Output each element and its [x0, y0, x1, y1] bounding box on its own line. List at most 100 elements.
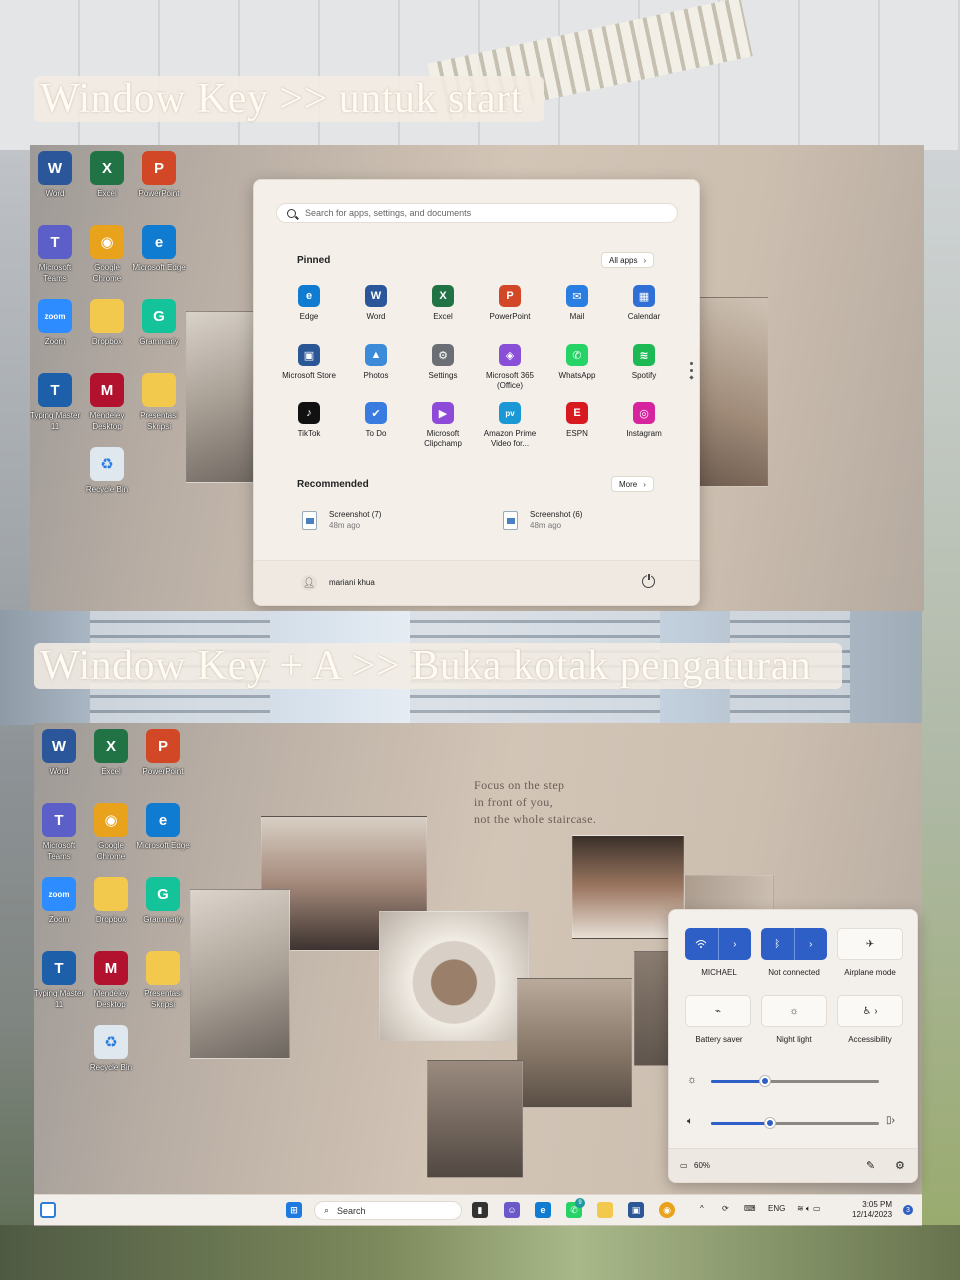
recommended-item[interactable]: Screenshot (6) 48m ago	[503, 509, 582, 531]
desktop-icon[interactable]: W Word	[34, 729, 87, 777]
desktop-icon[interactable]: X Excel	[79, 151, 135, 199]
battery-saver-tile[interactable]: ⌁	[685, 995, 751, 1027]
pinned-app[interactable]: ⚙ Settings	[410, 344, 476, 381]
volume-fill	[711, 1122, 770, 1125]
audio-output-icon[interactable]: ▯›	[886, 1115, 895, 1126]
bluetooth-tile[interactable]: ᛒ ›	[761, 928, 827, 960]
chevron-up-icon[interactable]: ^	[700, 1204, 704, 1213]
taskbar-search[interactable]: ⌕ Search	[314, 1201, 462, 1220]
brightness-thumb[interactable]	[759, 1076, 770, 1086]
desktop-icon[interactable]: ◉ Google Chrome	[79, 225, 135, 284]
edit-pencil-icon[interactable]: ✎	[866, 1159, 875, 1172]
desktop-icon[interactable]: P PowerPoint	[135, 729, 191, 777]
desktop-icon[interactable]: Presentasi Skripsi	[131, 373, 187, 432]
desktop-icon[interactable]: X Excel	[83, 729, 139, 777]
pinned-app[interactable]: ✉ Mail	[544, 285, 610, 322]
desktop-icon-label: Recycle Bin	[85, 485, 129, 494]
desktop-icon[interactable]: M Mendeley Desktop	[79, 373, 135, 432]
edge-icon[interactable]: e	[535, 1202, 551, 1218]
more-button[interactable]: More ›	[611, 476, 654, 492]
quick-settings-panel: › ᛒ › ✈ MICHAEL Not connected Airplane m…	[668, 909, 918, 1183]
desktop-icon[interactable]: T Typing Master 11	[34, 951, 87, 1010]
volume-thumb[interactable]	[764, 1118, 775, 1128]
chrome-icon[interactable]: ◉	[659, 1202, 675, 1218]
pinned-app[interactable]: ◎ Instagram	[611, 402, 677, 439]
pinned-app[interactable]: ▣ Microsoft Store	[276, 344, 342, 381]
desktop-icon[interactable]: Presentasi Skripsi	[135, 951, 191, 1010]
desktop-icon[interactable]: M Mendeley Desktop	[83, 951, 139, 1010]
airplane-tile[interactable]: ✈	[837, 928, 903, 960]
settings-gear-icon[interactable]: ⚙	[895, 1159, 905, 1172]
bluetooth-icon[interactable]: ᛒ	[761, 928, 794, 960]
desktop-icon[interactable]: e Microsoft Edge	[135, 803, 191, 851]
powerpoint-icon: P	[146, 729, 180, 763]
pinned-app[interactable]: ✔ To Do	[343, 402, 409, 439]
pinned-app[interactable]: ♪ TikTok	[276, 402, 342, 439]
desktop-icon[interactable]: P PowerPoint	[131, 151, 187, 199]
desktop-icon-label: Recycle Bin	[89, 1063, 133, 1072]
wifi-icon[interactable]	[685, 928, 718, 960]
start-search-box[interactable]: Search for apps, settings, and documents	[276, 203, 678, 223]
sync-icon[interactable]: ⟳	[722, 1204, 729, 1213]
taskbar-clock[interactable]: 3:05 PM 12/14/2023	[852, 1200, 892, 1220]
volume-slider[interactable]	[711, 1118, 879, 1128]
accessibility-label: Accessibility	[848, 1035, 892, 1044]
keyboard-icon[interactable]: ⌨	[744, 1204, 756, 1213]
battery-percent: 60%	[694, 1161, 711, 1170]
notification-badge[interactable]: 3	[903, 1205, 913, 1215]
desktop-icon[interactable]: G Grammarly	[131, 299, 187, 347]
windows-start-icon[interactable]: ⊞	[286, 1202, 302, 1218]
quick-settings-footer: ▭ 60% ✎ ⚙	[669, 1148, 917, 1182]
pinned-app[interactable]: ≋ Spotify	[611, 344, 677, 381]
pinned-app[interactable]: ▲ Photos	[343, 344, 409, 381]
brightness-slider[interactable]	[711, 1076, 879, 1086]
desktop-icon[interactable]: T Microsoft Teams	[30, 225, 83, 284]
pinned-app[interactable]: ▶ Microsoft Clipchamp	[410, 402, 476, 449]
pinned-app[interactable]: W Word	[343, 285, 409, 322]
desktop-icon[interactable]: ♻ Recycle Bin	[83, 1025, 139, 1073]
pinned-app[interactable]: ◈ Microsoft 365 (Office)	[477, 344, 543, 391]
pinned-app[interactable]: e Edge	[276, 285, 342, 322]
battery-icon[interactable]: ▭	[680, 1161, 688, 1170]
desktop-icon[interactable]: ◉ Google Chrome	[83, 803, 139, 862]
pinned-app-label: Edge	[299, 312, 319, 321]
all-apps-button[interactable]: All apps ›	[601, 252, 655, 268]
desktop-icon[interactable]: W Word	[30, 151, 83, 199]
zoom-icon: zoom	[42, 877, 76, 911]
desktop-icon[interactable]: Dropbox	[83, 877, 139, 925]
desktop-icon[interactable]: zoom Zoom	[34, 877, 87, 925]
recommended-item[interactable]: Screenshot (7) 48m ago	[302, 509, 381, 531]
chevron-right-icon[interactable]: ›	[717, 928, 752, 960]
desktop-icon[interactable]: Dropbox	[79, 299, 135, 347]
desktop-icon[interactable]: G Grammarly	[135, 877, 191, 925]
recycle-bin-icon: ♻	[94, 1025, 128, 1059]
file-explorer-icon[interactable]	[597, 1202, 613, 1218]
widgets-icon[interactable]	[40, 1202, 56, 1218]
desktop-icon[interactable]: T Microsoft Teams	[34, 803, 87, 862]
user-name[interactable]: mariani khua	[329, 578, 375, 587]
user-avatar-icon[interactable]: 👤︎	[301, 575, 317, 591]
night-light-tile[interactable]: ☼	[761, 995, 827, 1027]
chevron-right-icon[interactable]: ›	[793, 928, 828, 960]
desktop-icon[interactable]: zoom Zoom	[30, 299, 83, 347]
pinned-app[interactable]: ✆ WhatsApp	[544, 344, 610, 381]
pinned-app[interactable]: ▦ Calendar	[611, 285, 677, 322]
language-indicator[interactable]: ENG	[768, 1204, 785, 1213]
pinned-app[interactable]: pv Amazon Prime Video for...	[477, 402, 543, 449]
desktop-icon[interactable]: T Typing Master 11	[30, 373, 83, 432]
wifi-status-icon[interactable]: ≋ 🔈︎ ▭	[797, 1204, 821, 1214]
folder-icon	[90, 299, 124, 333]
teams-chat-icon[interactable]: ☺	[504, 1202, 520, 1218]
pinned-app[interactable]: P PowerPoint	[477, 285, 543, 322]
wifi-tile[interactable]: ›	[685, 928, 751, 960]
desktop-icon[interactable]: e Microsoft Edge	[131, 225, 187, 273]
page-dots[interactable]	[688, 358, 694, 383]
desktop-icon[interactable]: ♻ Recycle Bin	[79, 447, 135, 495]
task-view-icon[interactable]: ▮	[472, 1202, 488, 1218]
store-icon[interactable]: ▣	[628, 1202, 644, 1218]
calendar-icon: ▦	[633, 285, 655, 307]
accessibility-tile[interactable]: ♿︎ ›	[837, 995, 903, 1027]
pinned-app[interactable]: E ESPN	[544, 402, 610, 439]
pinned-app[interactable]: X Excel	[410, 285, 476, 322]
power-icon[interactable]	[642, 573, 655, 588]
